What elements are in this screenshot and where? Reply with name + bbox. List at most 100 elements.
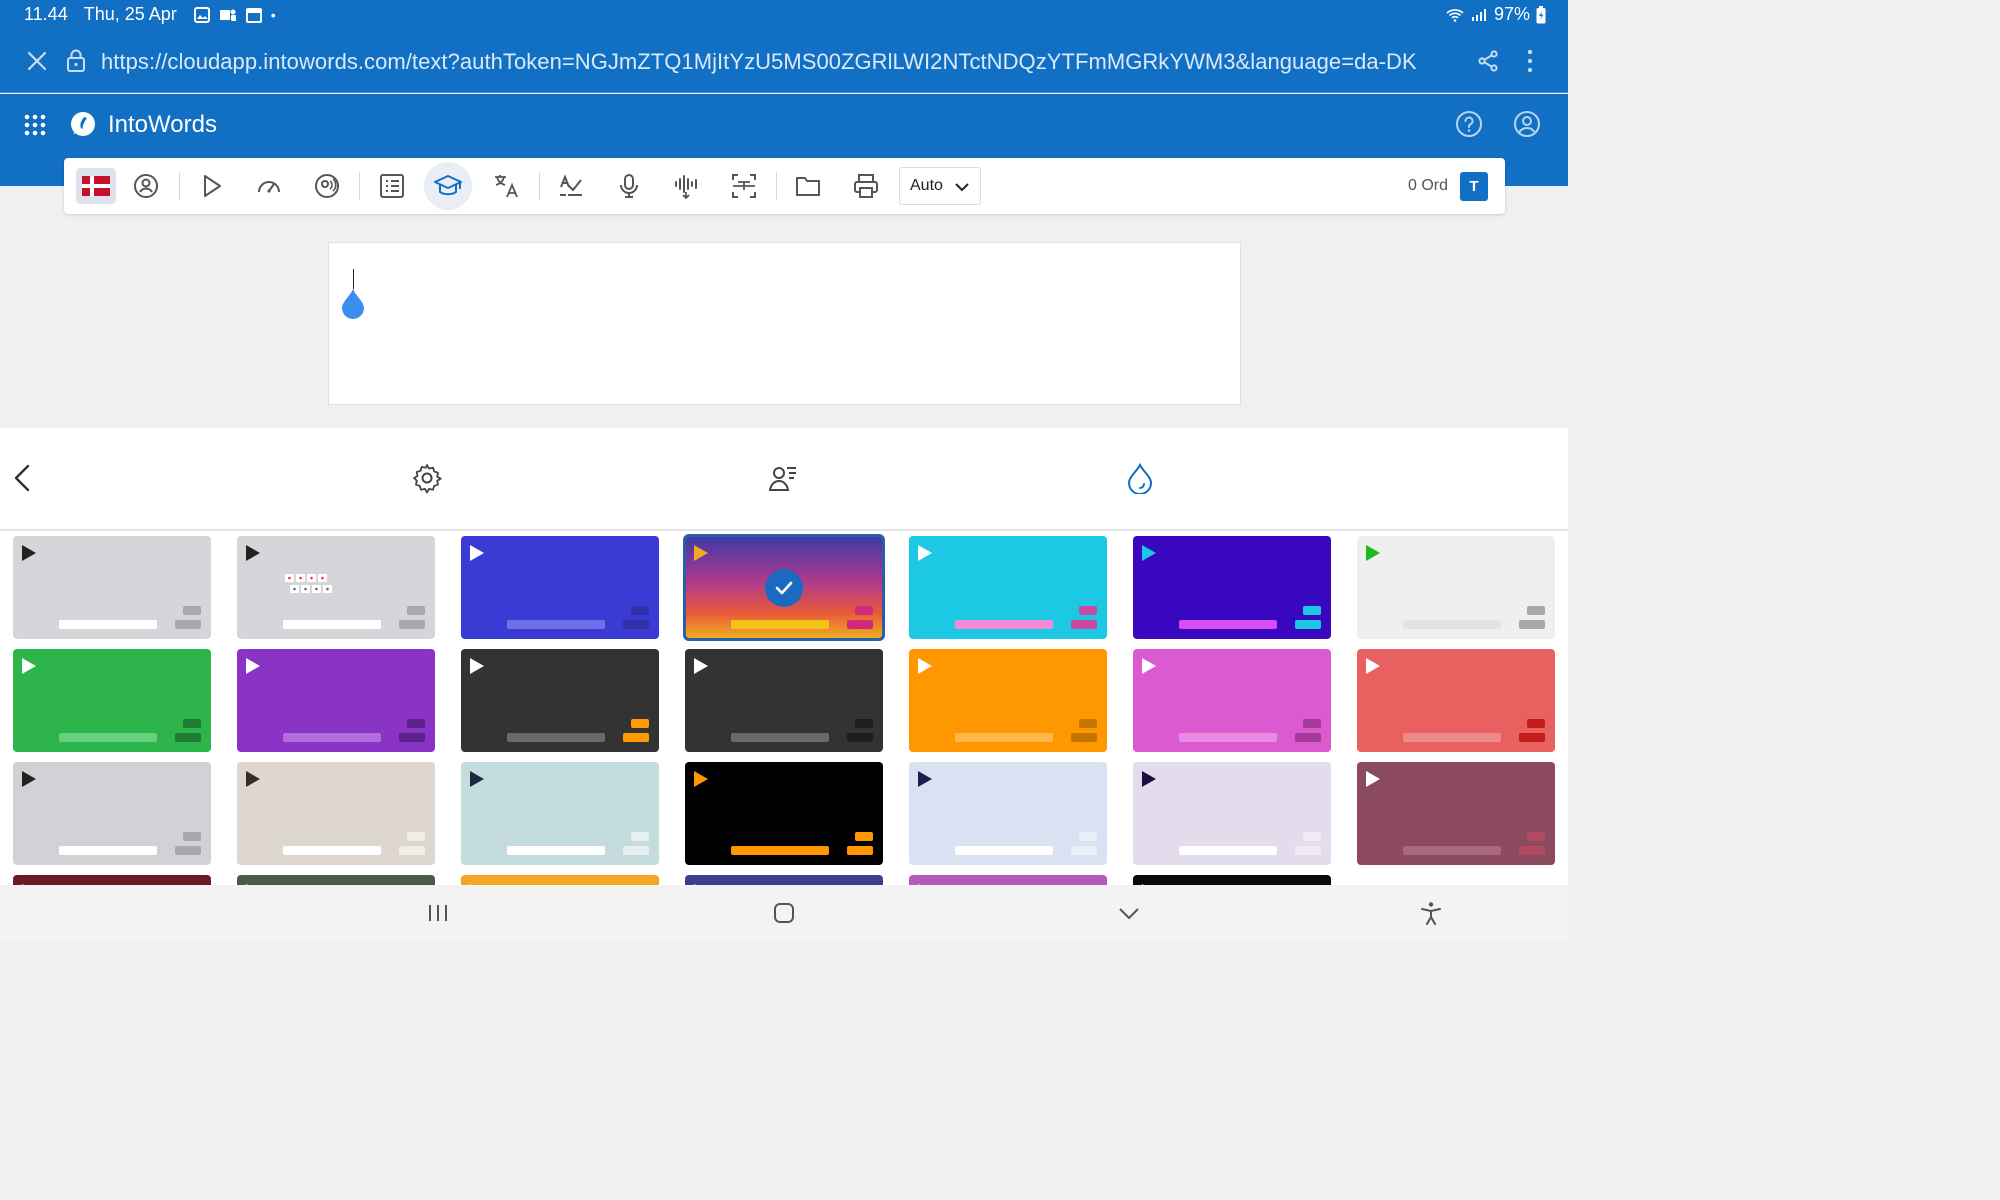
theme-card-blue[interactable]: [461, 536, 659, 639]
theme-card-night[interactable]: [1133, 875, 1331, 885]
account-icon[interactable]: [1513, 110, 1541, 138]
play-preview-icon: [1366, 771, 1380, 787]
theme-card-wine[interactable]: [1357, 762, 1555, 865]
theme-card-maroon[interactable]: [13, 875, 211, 885]
home-icon[interactable]: [771, 901, 797, 925]
education-button[interactable]: [424, 162, 472, 210]
scan-text-button[interactable]: [726, 168, 762, 204]
theme-card-magenta[interactable]: [909, 875, 1107, 885]
url-text[interactable]: https://cloudapp.intowords.com/text?auth…: [101, 49, 1417, 75]
theme-card-green[interactable]: [13, 649, 211, 752]
text-mode-badge[interactable]: T: [1460, 172, 1488, 201]
open-file-button[interactable]: [790, 168, 826, 204]
theme-card-mint[interactable]: [461, 762, 659, 865]
user-profile-list-icon[interactable]: [767, 462, 799, 494]
cursor-drop-handle-icon[interactable]: [341, 287, 365, 319]
more-vertical-icon[interactable]: [1518, 48, 1542, 74]
preview-chip-small: [407, 606, 425, 615]
main-toolbar: Auto 0 Ord T: [64, 158, 1505, 214]
preview-text-bar: [283, 846, 381, 855]
apps-grid-icon[interactable]: [24, 114, 46, 136]
theme-card-dark-orange[interactable]: [461, 649, 659, 752]
theme-card-navy[interactable]: [685, 875, 883, 885]
preview-chip-large: [1071, 733, 1097, 742]
help-icon[interactable]: [1455, 110, 1483, 138]
preview-text-bar: [1179, 846, 1277, 855]
accessibility-icon[interactable]: [1418, 901, 1444, 925]
scan-text-icon: [732, 174, 756, 198]
settings-panel: [0, 428, 1568, 885]
theme-card-pink[interactable]: [1133, 649, 1331, 752]
theme-card-black[interactable]: [685, 762, 883, 865]
selected-check-icon: [765, 569, 803, 607]
theme-card-indigo[interactable]: [1133, 536, 1331, 639]
theme-card-blank[interactable]: [1357, 875, 1555, 885]
play-preview-icon: [918, 771, 932, 787]
theme-card-dark[interactable]: [685, 649, 883, 752]
preview-chip-large: [175, 846, 201, 855]
back-down-icon[interactable]: [1116, 901, 1142, 925]
battery-percent: 97%: [1493, 4, 1530, 24]
theme-drop-icon[interactable]: [1124, 462, 1156, 495]
preview-text-bar: [59, 846, 157, 855]
voice-profile-button[interactable]: [128, 168, 164, 204]
text-editor[interactable]: [328, 242, 1241, 405]
theme-card-gray-pattern[interactable]: [237, 536, 435, 639]
settings-gear-icon[interactable]: [411, 462, 443, 494]
microphone-icon: [620, 174, 638, 198]
status-time: 11.44: [24, 4, 68, 24]
reading-mode-select[interactable]: Auto: [899, 167, 981, 205]
word-prediction-button[interactable]: [668, 168, 704, 204]
preview-chip-small: [407, 832, 425, 841]
lock-icon: [66, 48, 86, 72]
voice-settings-button[interactable]: [309, 168, 345, 204]
play-preview-icon: [1142, 771, 1156, 787]
reading-mode-value: Auto: [910, 177, 943, 194]
theme-card-lavender[interactable]: [1133, 762, 1331, 865]
preview-chip-small: [183, 832, 201, 841]
preview-chip-small: [407, 719, 425, 728]
share-icon[interactable]: [1476, 49, 1500, 73]
dictation-button[interactable]: [611, 168, 647, 204]
preview-chip-large: [175, 733, 201, 742]
speed-button[interactable]: [251, 168, 287, 204]
toolbar-separator: [539, 172, 540, 200]
play-preview-icon: [694, 658, 708, 674]
back-chevron-icon[interactable]: [8, 462, 40, 494]
close-icon[interactable]: [26, 50, 48, 72]
status-date: Thu, 25 Apr: [83, 4, 177, 24]
spell-check-button[interactable]: [553, 168, 589, 204]
list-icon: [380, 174, 404, 198]
preview-chip-large: [847, 733, 873, 742]
theme-card-orange[interactable]: [909, 649, 1107, 752]
language-flag-button[interactable]: [76, 168, 116, 204]
preview-text-bar: [731, 846, 829, 855]
theme-card-purple[interactable]: [237, 649, 435, 752]
preview-text-bar: [731, 733, 829, 742]
recent-apps-icon[interactable]: [425, 901, 451, 925]
theme-card-sunset[interactable]: [683, 534, 885, 641]
theme-card-amber[interactable]: [461, 875, 659, 885]
theme-card-cyan[interactable]: [909, 536, 1107, 639]
play-button[interactable]: [193, 168, 229, 204]
theme-card-silver[interactable]: [13, 762, 211, 865]
play-preview-icon: [470, 771, 484, 787]
theme-card-beige[interactable]: [237, 762, 435, 865]
theme-card-gray[interactable]: [13, 536, 211, 639]
preview-text-bar: [1179, 620, 1277, 629]
text-caret: [353, 269, 354, 289]
word-count: 0 Ord: [1408, 177, 1449, 194]
preview-chip-large: [399, 846, 425, 855]
translate-button[interactable]: [489, 168, 525, 204]
graduation-cap-icon: [434, 175, 462, 196]
word-list-button[interactable]: [374, 168, 410, 204]
play-icon: [204, 175, 221, 197]
theme-card-light[interactable]: [1357, 536, 1555, 639]
print-button[interactable]: [848, 168, 884, 204]
play-preview-icon: [918, 545, 932, 561]
theme-card-coral[interactable]: [1357, 649, 1555, 752]
theme-card-olive[interactable]: [237, 875, 435, 885]
play-preview-icon: [22, 545, 36, 561]
theme-card-powder[interactable]: [909, 762, 1107, 865]
preview-chip-large: [1519, 620, 1545, 629]
